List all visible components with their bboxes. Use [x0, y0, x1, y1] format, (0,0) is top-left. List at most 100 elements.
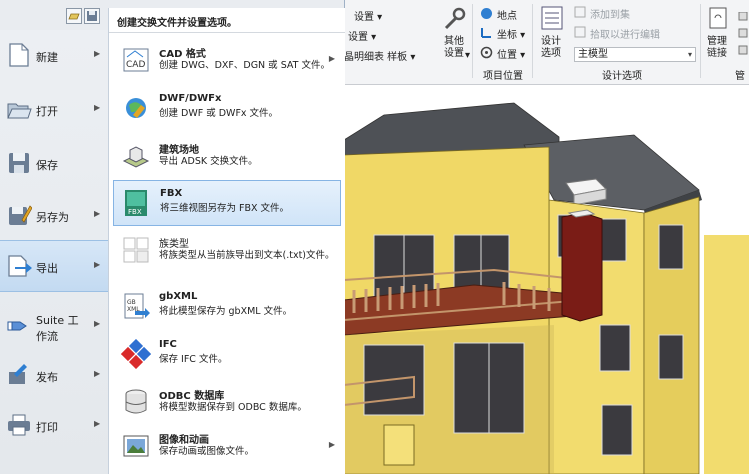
- option-description: 导出 ADSK 交换文件。: [159, 156, 258, 167]
- menu-item-export[interactable]: 导出 ▶: [0, 240, 108, 292]
- option-title: 族类型: [159, 239, 189, 250]
- export-option-ifc[interactable]: IFC 保存 IFC 文件。: [113, 332, 341, 378]
- settings-dropdown-2[interactable]: 设置 ▾: [348, 28, 376, 43]
- app-menu-left-column: 新建 ▶ 打开 ▶ 保存另存为 ▶ 导出 ▶ Suite 工作流 ▶ 发布 ▶ 打印 ▶: [0, 30, 108, 474]
- export-option-cad[interactable]: CAD CAD 格式 创建 DWG、DXF、DGN 或 SAT 文件。 ▶: [113, 38, 341, 84]
- menu-item-label: 导出: [36, 262, 58, 275]
- option-description: 创建 DWF 或 DWFx 文件。: [159, 108, 279, 119]
- settings-dropdown-1[interactable]: 设置 ▾: [354, 8, 382, 23]
- manage-group-label: 管: [735, 71, 745, 82]
- 3d-viewport[interactable]: [344, 85, 749, 474]
- other-settings-button[interactable]: 其他设置: [444, 36, 466, 60]
- open-icon[interactable]: [66, 8, 82, 24]
- design-options-group-label: 设计选项: [602, 71, 642, 82]
- menu-item-open-folder[interactable]: 打开 ▶: [0, 84, 108, 136]
- option-description: 将模型数据保存到 ODBC 数据库。: [159, 402, 307, 413]
- menu-item-save[interactable]: 保存: [0, 138, 108, 190]
- option-description: 将三维视图另存为 FBX 文件。: [160, 203, 290, 214]
- submenu-arrow-icon: ▶: [94, 260, 101, 269]
- export-option-fbx[interactable]: FBX FBX 将三维视图另存为 FBX 文件。: [113, 180, 341, 226]
- location-button[interactable]: 地点: [497, 7, 517, 22]
- export-option-building-site[interactable]: 建筑场地 导出 ADSK 交换文件。: [113, 134, 341, 180]
- panel-divider: [109, 32, 345, 33]
- quick-access-toolbar: [66, 8, 102, 24]
- coordinates-icon: [481, 28, 491, 38]
- submenu-arrow-icon: ▶: [94, 369, 101, 378]
- export-option-database[interactable]: ODBC 数据库 将模型数据保存到 ODBC 数据库。: [113, 380, 341, 426]
- save-icon: [6, 150, 32, 176]
- save-as-icon: [6, 202, 33, 228]
- location-icon: [481, 8, 492, 19]
- building-site-icon: [121, 141, 151, 171]
- menu-item-label: 新建: [36, 51, 58, 64]
- position-icon: [480, 46, 493, 59]
- option-description: 创建 DWG、DXF、DGN 或 SAT 文件。: [159, 60, 330, 71]
- menu-item-label: Suite 工作流: [36, 314, 79, 343]
- panel-title: 创建交换文件并设置选项。: [117, 18, 237, 29]
- submenu-arrow-icon: ▶: [94, 103, 101, 112]
- submenu-arrow-icon: ▶: [328, 440, 335, 449]
- new-icon: [6, 42, 32, 68]
- menu-item-label: 打开: [36, 105, 58, 118]
- submenu-arrow-icon: ▶: [328, 54, 335, 63]
- option-title: 图像和动画: [159, 435, 209, 446]
- option-description: 将此模型保存为 gbXML 文件。: [159, 306, 293, 317]
- coordinates-dropdown[interactable]: 坐标 ▾: [497, 26, 525, 41]
- menu-item-label: 保存: [36, 159, 58, 172]
- export-option-image-animation[interactable]: 图像和动画 保存动画或图像文件。 ▶: [113, 424, 341, 470]
- option-title: 建筑场地: [159, 145, 199, 156]
- family-types-icon: [121, 235, 151, 265]
- option-description: 将族类型从当前族导出到文本(.txt)文件。: [159, 250, 335, 261]
- design-options-button[interactable]: 设计选项: [541, 36, 563, 60]
- export-option-family-types[interactable]: 族类型 将族类型从当前族导出到文本(.txt)文件。: [113, 228, 341, 274]
- option-title: CAD 格式: [159, 49, 206, 60]
- wrench-icon: [444, 7, 466, 30]
- cad-icon: CAD: [121, 45, 151, 75]
- menu-item-save-as[interactable]: 另存为 ▶: [0, 190, 108, 242]
- svg-text:GB: GB: [127, 299, 136, 306]
- fbx-icon: FBX: [122, 188, 152, 218]
- main-model-value: 主模型: [578, 49, 608, 60]
- menu-item-label: 另存为: [36, 211, 69, 224]
- submenu-arrow-icon: ▶: [94, 209, 101, 218]
- gbxml-icon: GB XML: [121, 291, 151, 321]
- export-icon: [6, 253, 32, 279]
- add-to-set-button[interactable]: 添加到集: [590, 6, 630, 21]
- project-location-group-label: 项目位置: [483, 71, 523, 82]
- open-folder-icon: [6, 96, 32, 122]
- menu-item-print[interactable]: 打印 ▶: [0, 400, 108, 452]
- manage-links-button[interactable]: 管理链接: [707, 36, 731, 60]
- image-animation-icon: [121, 431, 151, 461]
- menu-item-label: 发布: [36, 371, 58, 384]
- option-title: gbXML: [159, 291, 198, 302]
- print-icon: [6, 412, 32, 438]
- menu-item-suite-workflow[interactable]: Suite 工作流 ▶: [0, 300, 108, 352]
- other-settings-arrow[interactable]: ▾: [465, 50, 470, 61]
- export-option-dwf-globe[interactable]: DWF/DWFx 创建 DWF 或 DWFx 文件。: [113, 86, 341, 132]
- export-submenu-panel: 创建交换文件并设置选项。 CAD CAD 格式 创建 DWG、DXF、DGN 或 S…: [108, 8, 345, 474]
- option-title: DWF/DWFx: [159, 93, 222, 104]
- option-description: 保存 IFC 文件。: [159, 354, 228, 365]
- submenu-arrow-icon: ▶: [94, 49, 101, 58]
- option-title: FBX: [160, 188, 183, 199]
- position-dropdown[interactable]: 位置 ▾: [497, 46, 525, 61]
- pick-to-edit-button[interactable]: 拾取以进行编辑: [590, 26, 660, 41]
- main-model-select[interactable]: 主模型 ▾: [574, 47, 696, 62]
- manage-links-icon: [709, 7, 727, 29]
- ifc-icon: [120, 338, 152, 370]
- submenu-arrow-icon: ▶: [94, 319, 101, 328]
- suite-workflow-icon: [6, 312, 32, 338]
- save-icon[interactable]: [84, 8, 100, 24]
- chevron-down-icon: ▾: [687, 50, 692, 59]
- svg-text:FBX: FBX: [128, 208, 142, 216]
- add-to-set-icon: [574, 6, 586, 18]
- svg-text:CAD: CAD: [126, 60, 145, 70]
- dwf-globe-icon: [121, 93, 151, 123]
- schedule-template-dropdown[interactable]: 晶明细表 样板 ▾: [344, 48, 415, 63]
- menu-item-label: 打印: [36, 421, 58, 434]
- export-option-gbxml[interactable]: GB XML gbXML 将此模型保存为 gbXML 文件。: [113, 284, 341, 330]
- ribbon: 设置 ▾ 设置 ▾ 晶明细表 样板 ▾ 其他设置 ▾ 地点 坐标 ▾ 位置 ▾ …: [344, 0, 749, 85]
- menu-item-new[interactable]: 新建 ▶: [0, 30, 108, 82]
- submenu-arrow-icon: ▶: [94, 419, 101, 428]
- menu-item-publish[interactable]: 发布 ▶: [0, 350, 108, 402]
